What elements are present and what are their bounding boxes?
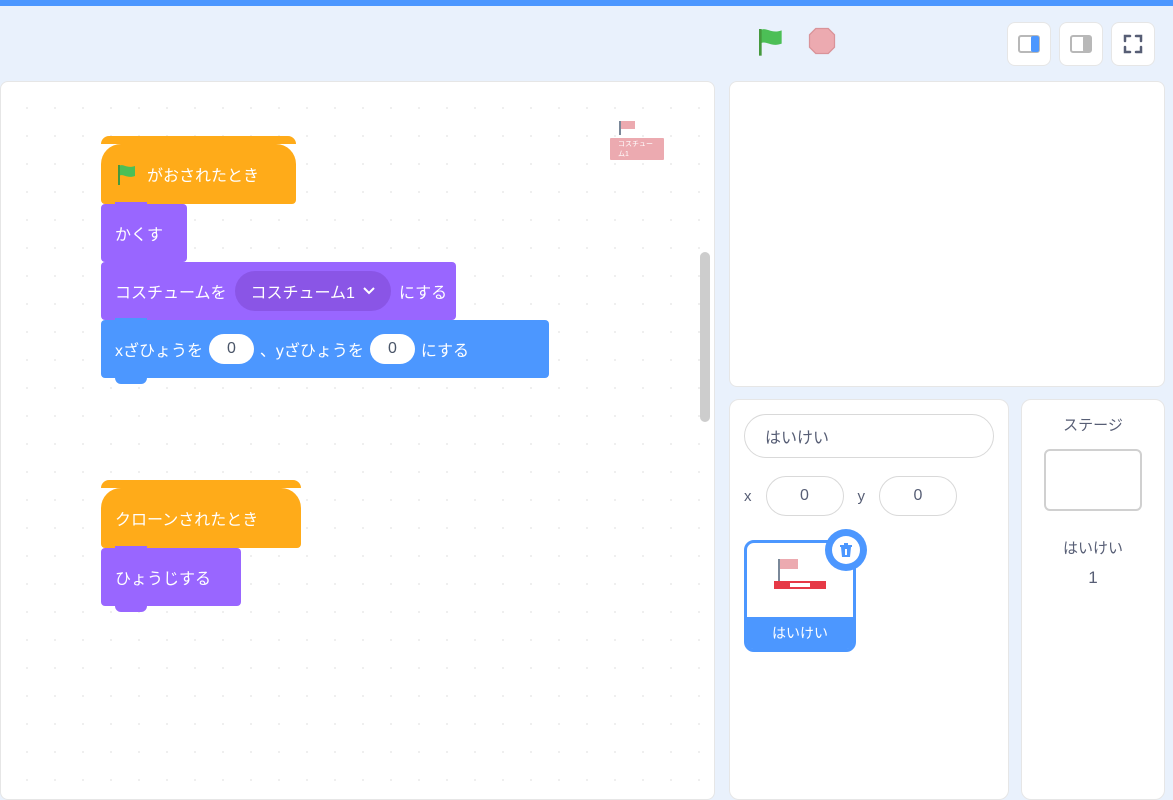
delete-sprite-button[interactable]: [825, 529, 867, 571]
workspace-scrollbar[interactable]: [700, 252, 710, 422]
sprite-tile[interactable]: はいけい: [744, 540, 856, 652]
y-input[interactable]: 0: [370, 334, 415, 364]
hat-label: がおされたとき: [147, 162, 259, 186]
code-workspace[interactable]: コスチューム1 がおされたとき かくす コスチュームを コスチューム1 にする: [0, 81, 715, 800]
when-cloned-block[interactable]: クローンされたとき: [101, 488, 301, 548]
large-stage-button[interactable]: [1059, 22, 1103, 66]
block-label: xざひょうを: [115, 337, 203, 361]
hide-block[interactable]: かくす: [101, 204, 187, 262]
chevron-down-icon: [363, 287, 375, 295]
sprite-thumbnail-icon: [770, 555, 830, 595]
backdrop-count: 1: [1088, 568, 1097, 588]
stage-backdrop-thumbnail[interactable]: [1044, 449, 1142, 511]
costume-dropdown[interactable]: コスチューム1: [235, 271, 391, 311]
stage-preview[interactable]: [729, 81, 1165, 387]
stop-button[interactable]: [807, 26, 837, 61]
x-input[interactable]: 0: [209, 334, 254, 364]
when-flag-clicked-block[interactable]: がおされたとき: [101, 144, 296, 204]
show-block[interactable]: ひょうじする: [101, 548, 241, 606]
small-stage-button[interactable]: [1007, 22, 1051, 66]
block-label: にする: [399, 279, 447, 303]
block-label: かくす: [115, 221, 163, 245]
sprite-x-input[interactable]: [766, 476, 844, 516]
block-label: にする: [421, 337, 469, 361]
block-label: ひょうじする: [115, 565, 211, 589]
x-label: x: [744, 488, 752, 505]
sprite-y-input[interactable]: [879, 476, 957, 516]
stage-title: ステージ: [1063, 414, 1123, 435]
header: [0, 6, 1173, 81]
y-label: y: [858, 488, 866, 505]
sprite-info-panel: x y: [729, 399, 1009, 800]
backdrop-label: はいけい: [1063, 537, 1123, 558]
goto-xy-block[interactable]: xざひょうを 0 、yざひょうを 0 にする: [101, 320, 549, 378]
sprite-thumbnail-preview: コスチューム1: [610, 120, 664, 160]
sprite-tile-label: はいけい: [747, 617, 853, 649]
switch-costume-block[interactable]: コスチュームを コスチューム1 にする: [101, 262, 456, 320]
block-label: 、yざひょうを: [260, 337, 364, 361]
sprite-name-input[interactable]: [744, 414, 994, 458]
trash-icon: [838, 542, 854, 558]
stage-panel: ステージ はいけい 1: [1021, 399, 1165, 800]
green-flag-button[interactable]: [755, 25, 787, 62]
hat-label: クローンされたとき: [115, 506, 258, 530]
fullscreen-button[interactable]: [1111, 22, 1155, 66]
block-label: コスチュームを: [115, 279, 227, 303]
